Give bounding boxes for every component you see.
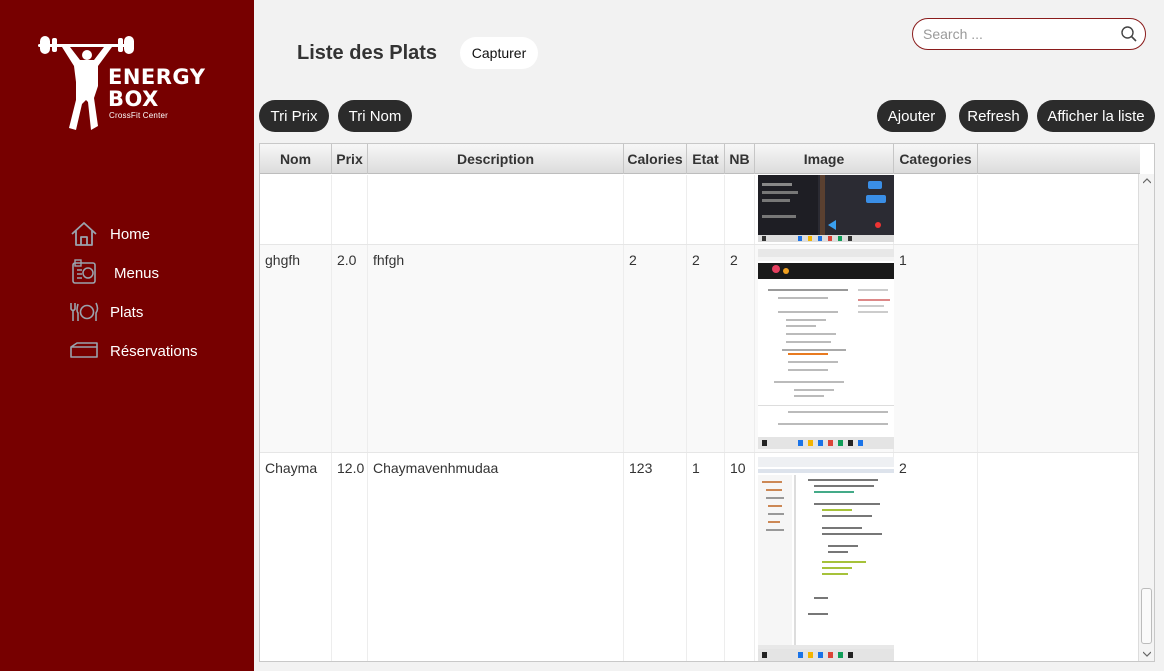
cell-categories: 2 [894,453,978,661]
cell-description [368,175,624,244]
sidebar-item-menus[interactable]: Menus [68,257,238,289]
cell-calories [624,175,687,244]
cell-calories: 2 [624,245,687,452]
capture-button[interactable]: Capturer [460,37,538,69]
page-title: Liste des Plats [297,42,438,64]
cell-nom: ghgfh [260,245,332,452]
sidebar-item-label: Réservations [110,342,198,360]
brand-name: ENERGY BOX [108,66,205,110]
cell-calories: 123 [624,453,687,661]
sidebar: ENERGY BOX CrossFit Center Home Menus Pl… [0,0,254,671]
cell-etat [687,175,725,244]
sidebar-item-plats[interactable]: Plats [68,296,238,328]
refresh-button[interactable]: Refresh [959,100,1028,132]
cell-etat: 2 [687,245,725,452]
scroll-down-icon[interactable] [1143,650,1151,658]
table-row[interactable]: ghgfh 2.0 fhfgh 2 2 2 1 [260,245,1139,453]
cell-prix: 2.0 [332,245,368,452]
table-row[interactable] [260,175,1139,245]
table-header: Nom Prix Description Calories Etat NB Im… [260,144,1140,174]
sidebar-item-reservations[interactable]: Réservations [68,335,238,367]
dishes-table[interactable]: Nom Prix Description Calories Etat NB Im… [259,143,1155,662]
dishes-icon [68,297,100,327]
cell-prix: 12.0 [332,453,368,661]
home-icon [68,219,100,249]
column-header-categories[interactable]: Categories [894,144,978,174]
cell-image [755,245,894,452]
sort-name-button[interactable]: Tri Nom [338,100,412,132]
cell-etat: 1 [687,453,725,661]
cell-categories: 1 [894,245,978,452]
add-button[interactable]: Ajouter [877,100,946,132]
scroll-up-icon[interactable] [1143,177,1151,185]
cell-nom [260,175,332,244]
scrollbar-thumb[interactable] [1141,588,1152,644]
cell-nb: 2 [725,245,755,452]
table-row[interactable]: Chayma 12.0 Chaymavenhmudaa 123 1 10 2 [260,453,1139,661]
cell-prix [332,175,368,244]
sidebar-item-label: Menus [114,264,160,282]
search-box[interactable] [912,18,1146,50]
brand-line1: ENERGY [108,65,206,89]
dish-image-thumbnail [758,457,894,661]
sidebar-item-label: Home [110,225,151,243]
sidebar-item-home[interactable]: Home [68,218,238,250]
column-header-nom[interactable]: Nom [260,144,332,174]
column-header-nb[interactable]: NB [725,144,755,174]
table-body: ghgfh 2.0 fhfgh 2 2 2 1 Chayma 12.0 Chay… [260,175,1139,661]
cell-nb [725,175,755,244]
cell-image [755,453,894,661]
vertical-scrollbar[interactable] [1138,174,1154,661]
search-icon[interactable] [1120,25,1138,43]
reservation-icon [68,336,100,366]
column-header-description[interactable]: Description [368,144,624,174]
column-header-calories[interactable]: Calories [624,144,687,174]
cell-description: fhfgh [368,245,624,452]
cell-nom: Chayma [260,453,332,661]
brand-line2: BOX [108,87,159,111]
cell-categories [894,175,978,244]
show-list-button[interactable]: Afficher la liste [1037,100,1155,132]
sidebar-item-label: Plats [110,303,144,321]
column-header-prix[interactable]: Prix [332,144,368,174]
cell-image [755,175,894,244]
brand-subtitle: CrossFit Center [109,111,169,120]
column-header-etat[interactable]: Etat [687,144,725,174]
menu-icon [68,258,100,288]
column-header-image[interactable]: Image [755,144,894,174]
dish-image-thumbnail [758,175,894,242]
cell-nb: 10 [725,453,755,661]
sort-price-button[interactable]: Tri Prix [259,100,329,132]
search-input[interactable] [923,25,1113,43]
brand-logo: ENERGY BOX CrossFit Center [36,30,211,140]
dish-image-thumbnail [758,249,894,449]
cell-description: Chaymavenhmudaa [368,453,624,661]
